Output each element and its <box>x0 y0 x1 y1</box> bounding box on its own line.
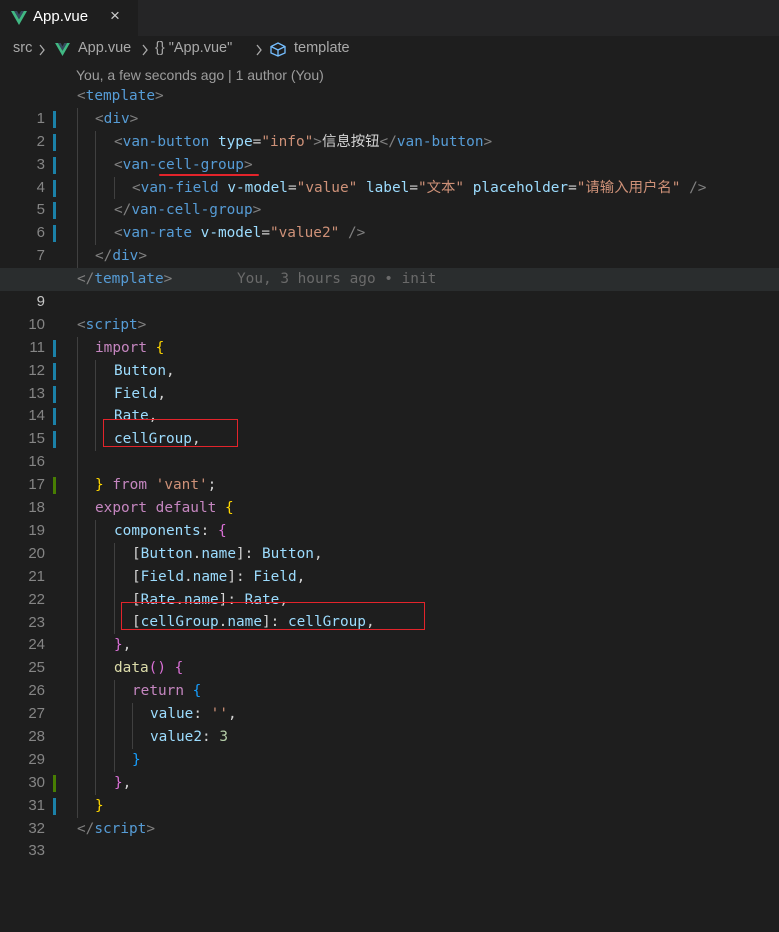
code-line: 11 <script> <box>0 314 779 356</box>
code-line: 33 </script> <box>0 818 779 860</box>
git-modified-marker <box>53 408 56 426</box>
line-code: } <box>95 797 104 814</box>
line-code: export default { <box>95 500 234 517</box>
close-icon[interactable]: × <box>110 6 120 26</box>
code-line: 22 [Field.name]: Field, <box>0 565 779 608</box>
code-line: 24 [cellGroup.name]: cellGroup, <box>0 602 779 653</box>
line-code: </van-cell-group> <box>114 202 262 219</box>
line-code: <div> <box>95 110 139 127</box>
code-line: 14 Field, <box>0 382 779 424</box>
tab-bar: App.vue × <box>0 0 779 36</box>
line-code: }, <box>114 774 132 791</box>
breadcrumb-item-module[interactable]: {} "App.vue" <box>155 40 232 56</box>
git-modified-marker <box>53 110 56 128</box>
code-line-current: 9 </template> You, 3 hours ago • init <box>0 268 779 310</box>
code-editor[interactable]: 1 <template> 2 <div> 3 <van-button type=… <box>0 85 779 860</box>
code-line: 28 value: '', <box>0 703 779 745</box>
line-code: } from 'vant'; <box>95 477 217 494</box>
code-line: 21 [Button.name]: Button, <box>0 542 779 585</box>
git-modified-marker <box>53 225 56 243</box>
code-line: 4 <van-cell-group> <box>0 153 779 196</box>
breadcrumb-item-file[interactable]: App.vue <box>78 40 131 56</box>
code-line: 3 <van-button type="info">信息按钮</van-butt… <box>0 130 779 173</box>
git-modified-marker <box>53 156 56 174</box>
code-line: 29 value2: 3 <box>0 725 779 768</box>
chevron-right-icon <box>256 44 262 56</box>
git-modified-marker <box>53 202 56 220</box>
git-modified-marker <box>53 797 56 815</box>
chevron-right-icon <box>142 44 148 56</box>
highlight-box <box>103 419 238 448</box>
line-code: value: '', <box>150 706 237 723</box>
git-modified-marker <box>53 339 56 357</box>
code-line: 26 data() { <box>0 657 779 699</box>
line-code: [Button.name]: Button, <box>132 545 323 562</box>
line-code: data() { <box>114 660 184 677</box>
code-line: 5 <van-field v-model="value" label="文本" … <box>0 176 779 218</box>
code-line: 27 return { <box>0 680 779 722</box>
inline-blame: You, 3 hours ago • init <box>237 271 437 288</box>
code-line: 8 </div> <box>0 245 779 287</box>
git-modified-marker <box>53 431 56 449</box>
code-line: 12 import { <box>0 336 779 379</box>
code-line: 6 </van-cell-group> <box>0 199 779 241</box>
line-code: import { <box>95 339 165 356</box>
line-code: </template> <box>77 271 173 288</box>
line-code: </div> <box>95 248 147 265</box>
code-line: 32 } <box>0 794 779 837</box>
line-code: <template> <box>77 88 164 104</box>
code-line: 16 cellGroup, <box>0 419 779 470</box>
line-code: Button, <box>114 362 175 379</box>
code-line: 31 }, <box>0 771 779 814</box>
code-line: 25 }, <box>0 634 779 676</box>
vue-file-icon <box>11 11 27 25</box>
code-line: 2 <div> <box>0 107 779 150</box>
codelens-blame-header[interactable]: You, a few seconds ago | 1 author (You) <box>76 67 324 83</box>
code-line: 1 <template> <box>0 85 779 127</box>
line-code: return { <box>132 683 202 700</box>
line-code: <van-rate v-model="value2" /> <box>114 225 366 242</box>
line-code: components: { <box>114 522 227 539</box>
line-code: value2: 3 <box>150 728 228 745</box>
element-cube-icon <box>270 42 286 57</box>
line-code: }, <box>114 637 132 654</box>
git-added-marker <box>53 477 56 495</box>
code-line: 17 <box>0 451 779 493</box>
code-line: 20 components: { <box>0 519 779 562</box>
editor-tab-app-vue[interactable]: App.vue × <box>0 0 138 36</box>
breadcrumb-item-template[interactable]: template <box>294 40 350 56</box>
tab-label: App.vue <box>33 8 89 25</box>
line-code: } <box>132 751 141 768</box>
line-code: <van-button type="info">信息按钮</van-button… <box>114 133 493 150</box>
code-line: 10 <box>0 291 779 333</box>
code-line: 13 Button, <box>0 359 779 402</box>
git-modified-marker <box>53 385 56 403</box>
code-line: 19 export default { <box>0 497 779 539</box>
line-code: </script> <box>77 820 155 837</box>
error-squiggle <box>159 173 259 176</box>
vue-file-icon <box>55 43 70 56</box>
line-code: [Field.name]: Field, <box>132 568 306 585</box>
line-code: <script> <box>77 316 147 333</box>
git-added-marker <box>53 774 56 792</box>
git-modified-marker <box>53 133 56 151</box>
git-modified-marker <box>53 362 56 380</box>
chevron-right-icon <box>39 44 45 56</box>
git-modified-marker <box>53 179 56 197</box>
code-line: 18 } from 'vant'; <box>0 474 779 516</box>
breadcrumb-item-src[interactable]: src <box>13 40 32 56</box>
highlight-box <box>121 602 425 631</box>
code-line: 30 } <box>0 748 779 791</box>
breadcrumb: src App.vue {} "App.vue" template <box>0 36 779 63</box>
line-code: Field, <box>114 385 166 402</box>
line-code: <van-field v-model="value" label="文本" pl… <box>132 179 707 196</box>
code-line: 7 <van-rate v-model="value2" /> <box>0 222 779 264</box>
line-number: 33 <box>28 842 45 860</box>
